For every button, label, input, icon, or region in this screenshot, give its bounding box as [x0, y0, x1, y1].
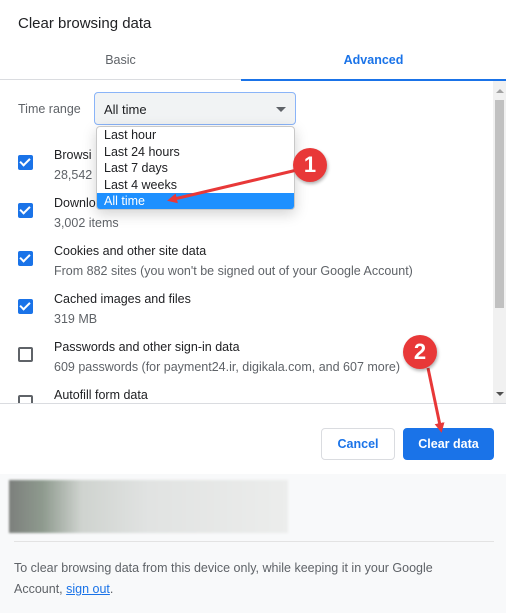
tab-basic[interactable]: Basic	[0, 44, 241, 80]
checkbox-browsing-history[interactable]	[18, 155, 33, 170]
sign-out-note: To clear browsing data from this device …	[14, 558, 484, 600]
footer-divider	[14, 541, 494, 542]
dialog-title: Clear browsing data	[18, 15, 152, 32]
option-label: Autofill form data	[54, 388, 148, 402]
checkbox-download-history[interactable]	[18, 203, 33, 218]
option-label: Cookies and other site data	[54, 244, 207, 258]
scrollbar-thumb[interactable]	[495, 100, 504, 308]
dropdown-arrow-icon	[276, 107, 286, 112]
option-label: Cached images and files	[54, 292, 191, 306]
option-detail: 609 passwords (for payment24.ir, digikal…	[54, 360, 401, 374]
option-last-hour[interactable]: Last hour	[97, 127, 294, 144]
option-label: Browsi	[54, 148, 92, 162]
blurred-account-info	[9, 480, 288, 533]
option-detail: 319 MB	[54, 312, 98, 326]
scroll-up-arrow-icon[interactable]	[496, 89, 504, 93]
time-range-dropdown: Last hour Last 24 hours Last 7 days Last…	[96, 126, 295, 210]
option-label: Passwords and other sign-in data	[54, 340, 240, 354]
option-detail: 28,542	[54, 168, 93, 182]
option-last-24-hours[interactable]: Last 24 hours	[97, 144, 294, 161]
time-range-value: All time	[104, 102, 147, 117]
annotation-badge-1: 1	[293, 148, 327, 182]
option-last-7-days[interactable]: Last 7 days	[97, 160, 294, 177]
sign-out-link[interactable]: sign out	[66, 582, 110, 596]
tab-bar: Basic Advanced	[0, 44, 506, 81]
note-suffix: .	[109, 582, 114, 596]
time-range-label: Time range	[18, 102, 81, 116]
option-last-4-weeks[interactable]: Last 4 weeks	[97, 177, 294, 194]
checkbox-autofill[interactable]	[18, 395, 33, 403]
option-detail: From 882 sites (you won't be signed out …	[54, 264, 413, 278]
option-cookies[interactable]: Cookies and other site data From 882 sit…	[0, 240, 490, 288]
scroll-down-arrow-icon[interactable]	[496, 392, 504, 396]
account-footer: To clear browsing data from this device …	[0, 474, 506, 613]
option-cached-images[interactable]: Cached images and files 319 MB	[0, 288, 490, 336]
cancel-button[interactable]: Cancel	[321, 428, 395, 460]
time-range-select[interactable]: All time	[94, 92, 296, 125]
option-all-time[interactable]: All time	[97, 193, 294, 209]
clear-data-button[interactable]: Clear data	[403, 428, 494, 460]
checkbox-cached-images[interactable]	[18, 299, 33, 314]
option-autofill[interactable]: Autofill form data	[0, 384, 490, 403]
annotation-badge-2: 2	[403, 335, 437, 369]
option-label: Downlo	[54, 196, 96, 210]
option-detail: 3,002 items	[54, 216, 119, 230]
checkbox-passwords[interactable]	[18, 347, 33, 362]
scrollbar[interactable]	[493, 81, 506, 403]
tab-advanced[interactable]: Advanced	[241, 44, 506, 81]
checkbox-cookies[interactable]	[18, 251, 33, 266]
dialog-actions: Cancel Clear data	[0, 404, 506, 474]
